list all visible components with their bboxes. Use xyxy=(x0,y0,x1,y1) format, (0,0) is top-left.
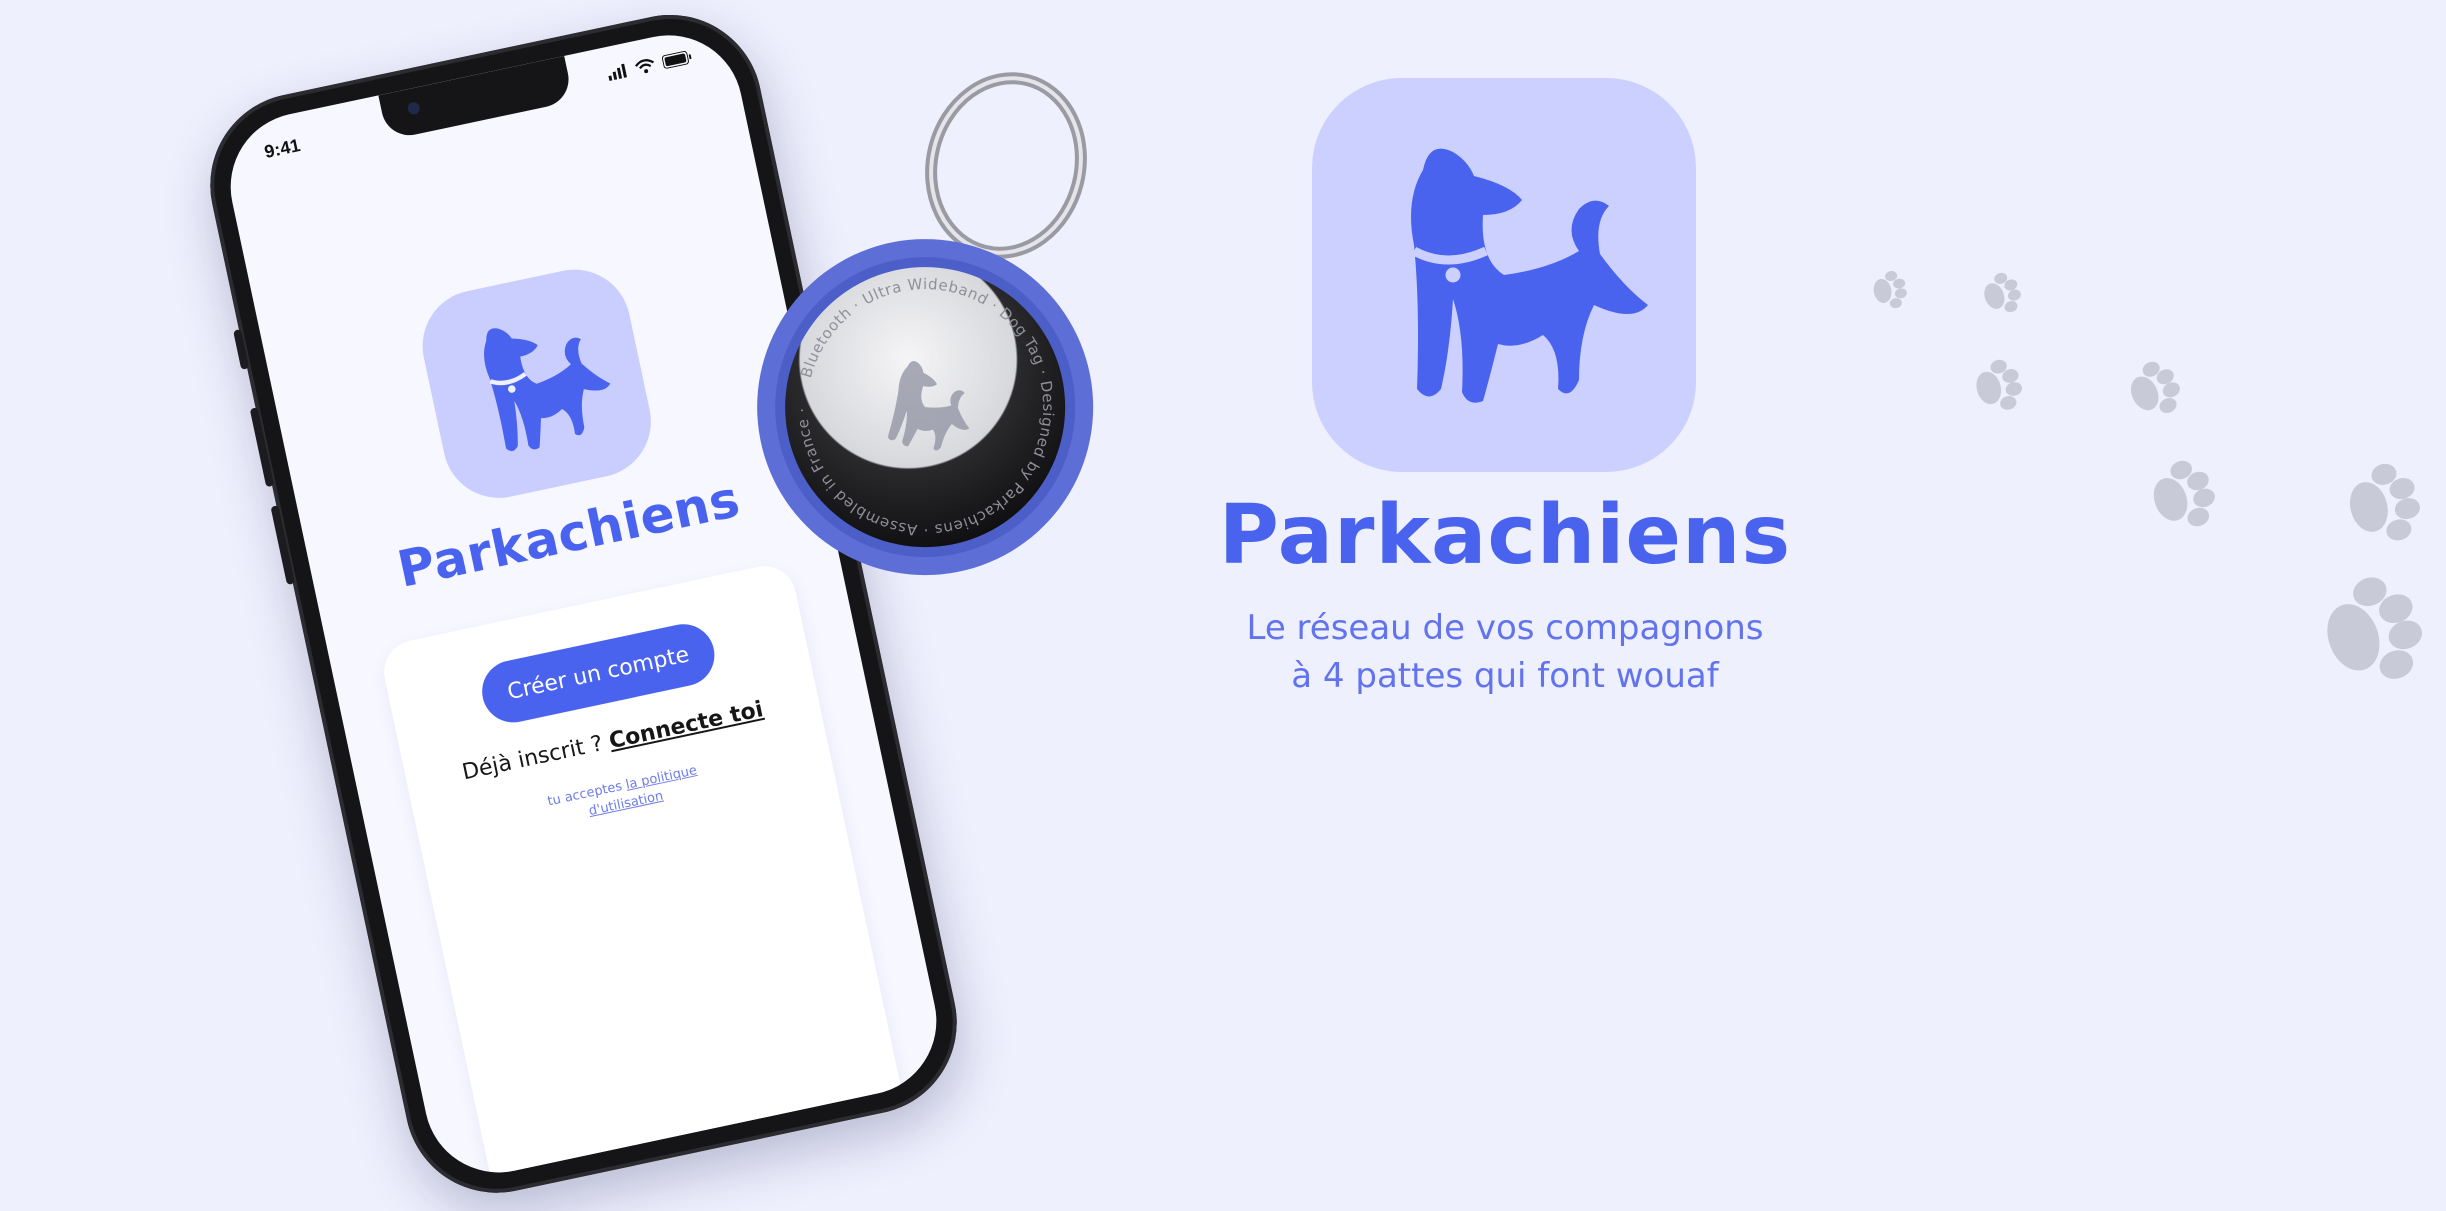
tagline-line-2: à 4 pattes qui font wouaf xyxy=(1291,656,1719,696)
battery-icon xyxy=(661,50,692,69)
hero-app-icon xyxy=(1312,78,1696,472)
paw-trail xyxy=(1870,268,2435,697)
dog-logo-icon xyxy=(1411,148,1648,403)
volume-up-button xyxy=(249,407,275,488)
notch xyxy=(378,55,574,141)
dog-logo-icon xyxy=(484,328,611,452)
hero-title: Parkachiens xyxy=(1218,488,1792,583)
app-icon xyxy=(412,259,662,509)
login-prompt: Déjà inscrit ? xyxy=(460,731,606,786)
paw-print-icon xyxy=(2341,457,2428,551)
signal-icon xyxy=(608,63,628,82)
volume-down-button xyxy=(270,505,295,586)
paw-print-icon xyxy=(2144,453,2223,538)
silent-switch xyxy=(233,329,250,370)
paw-print-icon xyxy=(1870,268,1910,312)
paw-print-icon xyxy=(1978,268,2026,320)
paw-print-icon xyxy=(1970,355,2027,417)
tagline-line-1: Le réseau de vos compagnons xyxy=(1246,608,1764,648)
legal-text: tu acceptes la politique d'utilisation xyxy=(415,734,833,857)
camera-dot xyxy=(406,101,421,116)
airtag-disc: Bluetooth · Ultra Wideband · Dog Tag · D… xyxy=(765,247,1085,567)
paw-print-icon xyxy=(2312,566,2435,697)
hero-tagline: Le réseau de vos compagnons à 4 pattes q… xyxy=(1180,604,1830,700)
keyring-icon xyxy=(925,72,1087,259)
paw-print-icon xyxy=(2121,354,2188,425)
status-time: 9:41 xyxy=(262,134,302,163)
login-link[interactable]: Connecte toi xyxy=(607,697,766,754)
status-icons xyxy=(606,49,693,82)
wifi-icon xyxy=(635,59,655,74)
